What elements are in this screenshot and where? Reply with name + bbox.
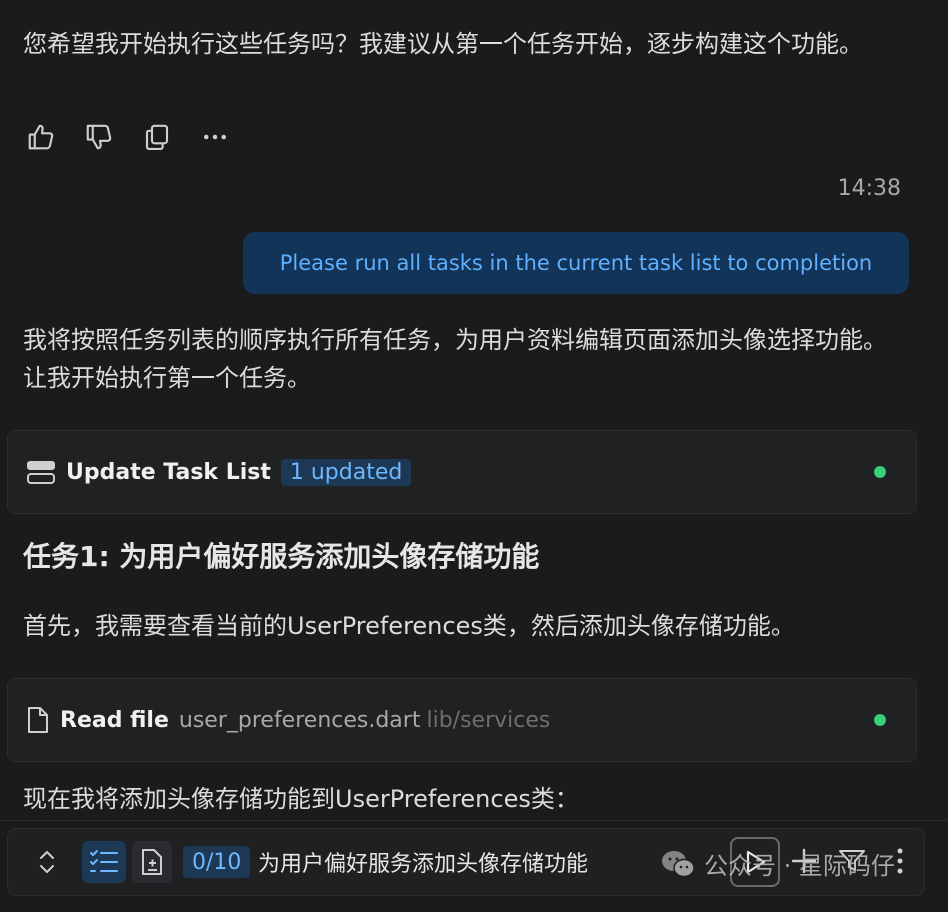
card-title: Read file	[60, 707, 169, 733]
file-name: user_preferences.dart	[178, 707, 421, 733]
more-button[interactable]	[198, 120, 232, 154]
more-icon	[204, 134, 226, 140]
file-path: lib/services	[426, 707, 551, 733]
assistant-message: 我将按照任务列表的顺序执行所有任务，为用户资料编辑页面添加头像选择功能。让我开始…	[23, 326, 887, 392]
card-title: Update Task List	[66, 459, 271, 485]
thumbs-up-button[interactable]	[24, 120, 58, 154]
copy-icon	[145, 124, 169, 150]
updated-badge: 1 updated	[280, 458, 412, 486]
task-heading: 任务1: 为用户偏好服务添加头像存储功能	[23, 540, 540, 573]
divider	[0, 820, 948, 821]
watermark-text: 公众号 · 星际码仔	[704, 852, 895, 880]
file-icon	[28, 707, 48, 733]
current-task-label: 为用户偏好服务添加头像存储功能	[258, 852, 589, 877]
more-vertical-icon	[897, 848, 903, 874]
task-list-icon	[27, 461, 55, 484]
status-dot	[874, 714, 886, 726]
assistant-message: 首先，我需要查看当前的UserPreferences类，然后添加头像存储功能。	[23, 612, 795, 640]
wechat-icon	[662, 850, 695, 877]
update-task-list-card[interactable]: Update Task List 1 updated	[7, 430, 917, 514]
progress-count: 0/10	[183, 846, 251, 878]
checklist-icon	[90, 850, 118, 872]
thumbs-down-button[interactable]	[82, 120, 116, 154]
status-dot	[874, 466, 886, 478]
chevron-up-down-icon	[40, 851, 54, 873]
message-timestamp: 14:38	[837, 176, 901, 201]
thumbs-up-icon	[28, 124, 54, 150]
read-file-card[interactable]: Read file user_preferences.dart lib/serv…	[7, 678, 917, 762]
thumbs-down-icon	[86, 124, 112, 150]
task-list-button[interactable]	[82, 841, 126, 883]
message-actions	[24, 120, 232, 154]
user-message-text: Please run all tasks in the current task…	[279, 251, 873, 275]
copy-button[interactable]	[140, 120, 174, 154]
add-page-button[interactable]	[132, 841, 172, 883]
document-plus-icon	[142, 849, 162, 875]
assistant-message: 现在我将添加头像存储功能到UserPreferences类：	[23, 785, 579, 813]
expand-collapse-button[interactable]	[30, 845, 64, 879]
watermark: 公众号 · 星际码仔	[660, 846, 895, 881]
user-message-bubble: Please run all tasks in the current task…	[243, 232, 909, 294]
assistant-message: 您希望我开始执行这些任务吗？我建议从第一个任务开始，逐步构建这个功能。	[23, 30, 863, 58]
